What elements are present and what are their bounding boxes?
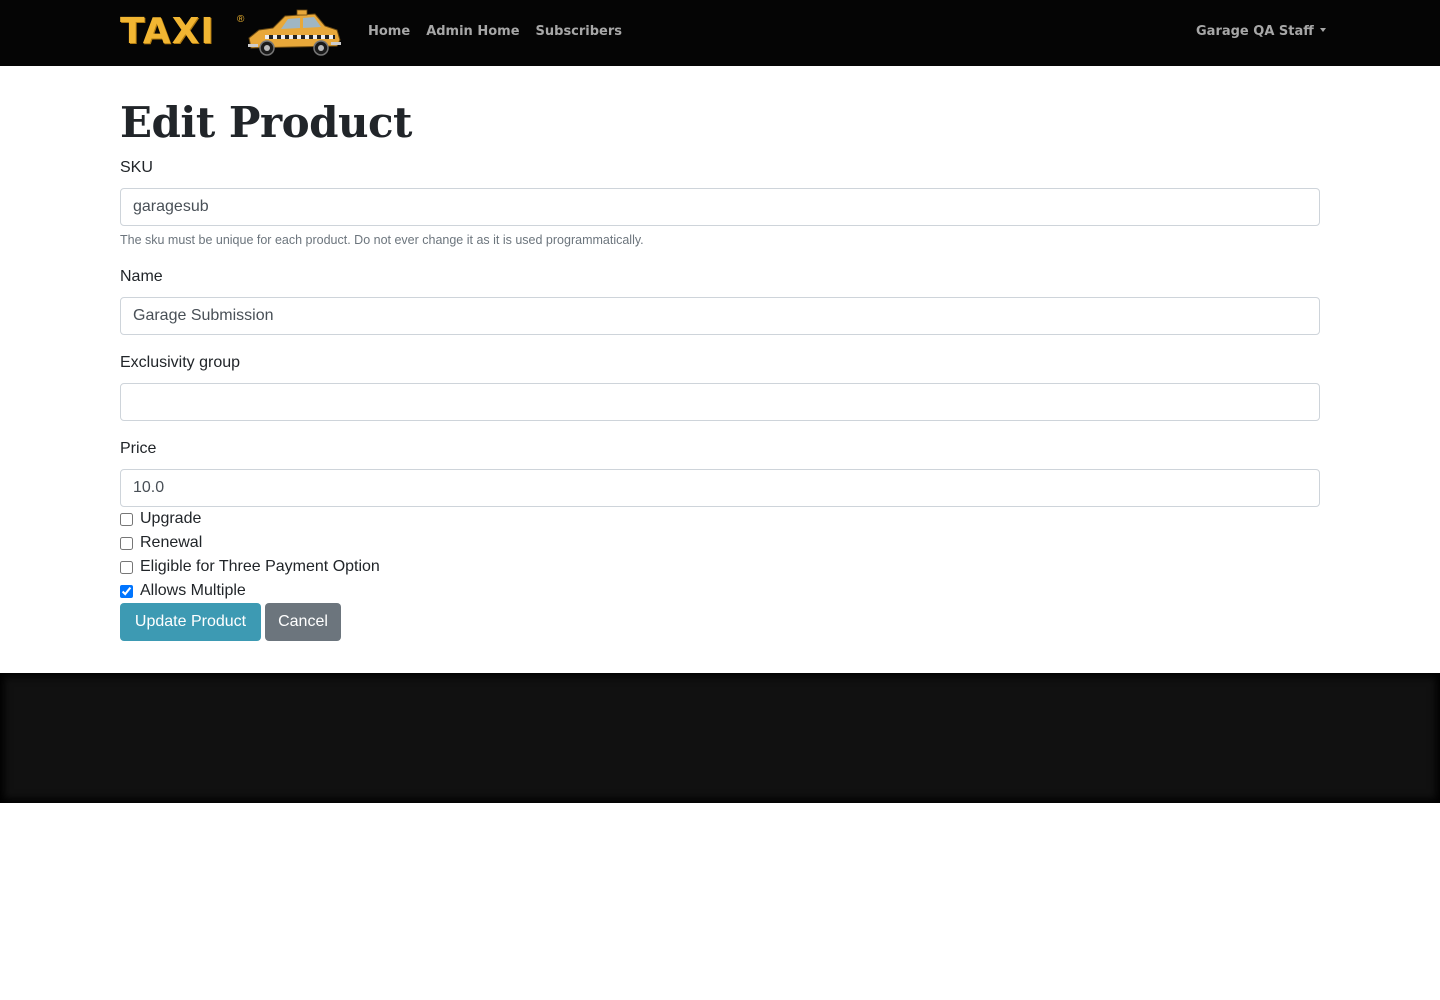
taxi-logo[interactable]: TAXI ®: [120, 8, 344, 58]
three-payment-checkbox-row: Eligible for Three Payment Option: [120, 556, 380, 578]
price-input[interactable]: [120, 469, 1320, 507]
renewal-checkbox-label[interactable]: Renewal: [140, 532, 202, 554]
allows-multiple-checkbox[interactable]: [120, 584, 133, 598]
renewal-checkbox-row: Renewal: [120, 532, 202, 554]
allows-multiple-checkbox-label[interactable]: Allows Multiple: [140, 580, 246, 602]
user-menu-label: Garage QA Staff: [1196, 24, 1314, 39]
top-navbar: TAXI ® Home Admin Home Subscribers Garag…: [0, 0, 1440, 66]
nav-link-admin-home[interactable]: Admin Home: [426, 22, 519, 42]
upgrade-checkbox-row: Upgrade: [120, 508, 201, 530]
sku-help-text: The sku must be unique for each product.…: [120, 233, 644, 247]
cancel-button[interactable]: Cancel: [265, 603, 341, 641]
update-product-button[interactable]: Update Product: [120, 603, 261, 641]
three-payment-checkbox[interactable]: [120, 560, 133, 574]
page-footer: [0, 673, 1440, 803]
exclusivity-group-label: Exclusivity group: [120, 354, 241, 371]
renewal-checkbox[interactable]: [120, 536, 133, 550]
exclusivity-group-input[interactable]: [120, 383, 1320, 421]
caret-down-icon: [1319, 27, 1326, 32]
taxi-car-icon: [248, 9, 341, 56]
sku-label: SKU: [120, 159, 153, 176]
nav-links: Home Admin Home Subscribers: [368, 22, 622, 42]
name-label: Name: [120, 268, 163, 285]
price-label: Price: [120, 440, 157, 457]
sku-input[interactable]: [120, 188, 1320, 226]
name-input[interactable]: [120, 297, 1320, 335]
nav-link-home[interactable]: Home: [368, 22, 410, 42]
logo-text: TAXI: [120, 11, 215, 52]
registered-mark: ®: [237, 14, 245, 25]
page-title: Edit Product: [120, 98, 412, 147]
nav-link-subscribers[interactable]: Subscribers: [536, 22, 623, 42]
upgrade-checkbox[interactable]: [120, 512, 133, 526]
user-menu-dropdown[interactable]: Garage QA Staff: [1196, 22, 1326, 42]
upgrade-checkbox-label[interactable]: Upgrade: [140, 508, 201, 530]
three-payment-checkbox-label[interactable]: Eligible for Three Payment Option: [140, 556, 380, 578]
allows-multiple-checkbox-row: Allows Multiple: [120, 580, 246, 602]
